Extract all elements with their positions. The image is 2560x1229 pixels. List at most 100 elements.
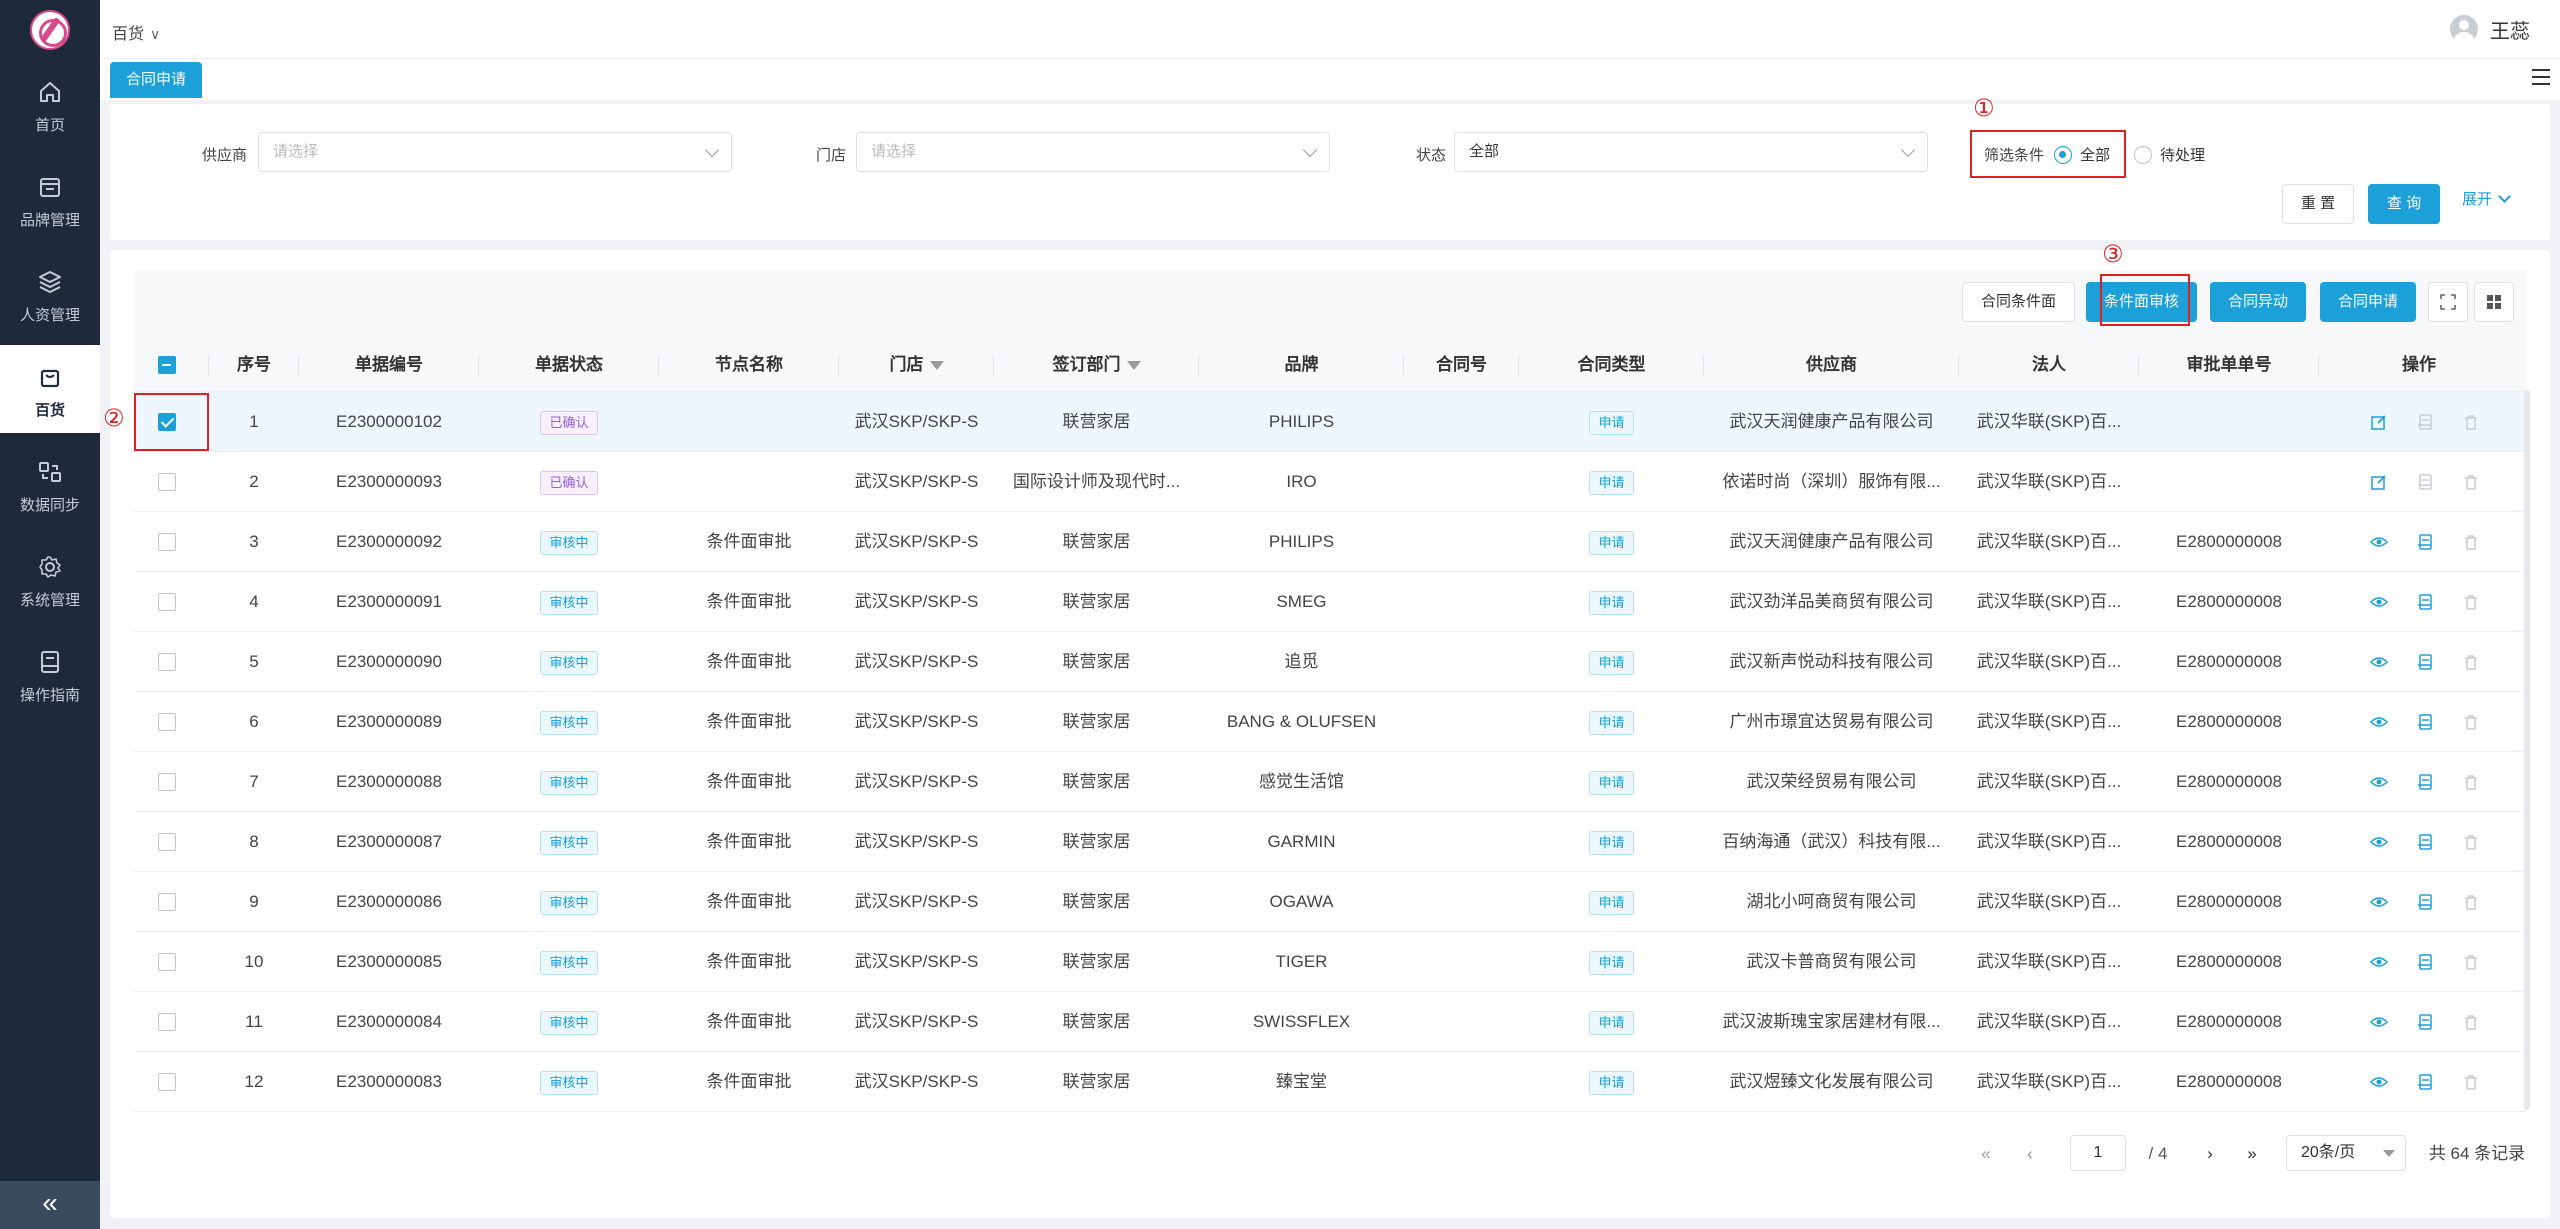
row-checkbox[interactable]: [158, 1013, 176, 1031]
row-checkbox[interactable]: [158, 893, 176, 911]
view-icon[interactable]: [2370, 653, 2388, 671]
hamburger-menu-icon[interactable]: [2532, 69, 2550, 85]
row-checkbox[interactable]: [158, 773, 176, 791]
delete-icon[interactable]: [2462, 833, 2480, 851]
table-row[interactable]: 4 E2300000091 审核中 条件面审批 武汉SKP/SKP-S 联营家居 SMEG 申…: [134, 572, 2526, 632]
delete-icon[interactable]: [2462, 893, 2480, 911]
expand-toggle[interactable]: 展开: [2462, 188, 2511, 209]
delete-icon[interactable]: [2462, 593, 2480, 611]
document-icon[interactable]: [2416, 1073, 2434, 1091]
cell-status: 审核中: [479, 992, 659, 1052]
delete-icon[interactable]: [2462, 773, 2480, 791]
filter-funnel-icon[interactable]: [929, 361, 944, 371]
table-row[interactable]: 10 E2300000085 审核中 条件面审批 武汉SKP/SKP-S 联营家居 TIGE…: [134, 932, 2526, 992]
view-icon[interactable]: [2370, 593, 2388, 611]
table-row[interactable]: 1 E2300000102 已确认 武汉SKP/SKP-S 联营家居 PHILIPS 申请 武…: [134, 392, 2526, 452]
row-checkbox[interactable]: [158, 473, 176, 491]
document-icon[interactable]: [2416, 713, 2434, 731]
document-icon[interactable]: [2416, 893, 2434, 911]
table-row[interactable]: 12 E2300000083 审核中 条件面审批 武汉SKP/SKP-S 联营家居 臻宝堂 申…: [134, 1052, 2526, 1112]
col-header-dept[interactable]: 签订部门: [994, 338, 1199, 392]
table-row[interactable]: 6 E2300000089 审核中 条件面审批 武汉SKP/SKP-S 联营家居 BANG …: [134, 692, 2526, 752]
radio-all[interactable]: 全部: [2054, 144, 2110, 165]
reset-button[interactable]: 重 置: [2282, 184, 2354, 224]
document-icon[interactable]: [2416, 1013, 2434, 1031]
row-checkbox[interactable]: [158, 713, 176, 731]
sidebar-item-guide[interactable]: 操作指南: [0, 630, 100, 718]
delete-icon[interactable]: [2462, 653, 2480, 671]
row-checkbox[interactable]: [158, 533, 176, 551]
delete-icon[interactable]: [2462, 533, 2480, 551]
table-row[interactable]: 11 E2300000084 审核中 条件面审批 武汉SKP/SKP-S 联营家居 SWIS…: [134, 992, 2526, 1052]
view-icon[interactable]: [2370, 773, 2388, 791]
prev-page-icon[interactable]: ‹: [2018, 1136, 2042, 1172]
edit-icon[interactable]: [2370, 473, 2388, 491]
tab-contract-apply[interactable]: 合同申请: [110, 62, 203, 98]
view-icon[interactable]: [2370, 533, 2388, 551]
table-scrollbar[interactable]: [2524, 390, 2530, 1110]
document-icon[interactable]: [2416, 773, 2434, 791]
table-row[interactable]: 2 E2300000093 已确认 武汉SKP/SKP-S 国际设计师及现代时... IR…: [134, 452, 2526, 512]
contract-apply-button[interactable]: 合同申请: [2320, 282, 2417, 322]
view-icon[interactable]: [2370, 1073, 2388, 1091]
sidebar-item-hr[interactable]: 人资管理: [0, 250, 100, 338]
sidebar-item-data-sync[interactable]: 数据同步: [0, 440, 100, 528]
document-icon[interactable]: [2416, 653, 2434, 671]
view-icon[interactable]: [2370, 833, 2388, 851]
query-button[interactable]: 查 询: [2368, 184, 2440, 224]
sidebar-item-department-store[interactable]: 百货: [0, 345, 100, 433]
sidebar-item-home[interactable]: 首页: [0, 60, 100, 148]
next-page-icon[interactable]: ›: [2198, 1136, 2222, 1172]
document-icon[interactable]: [2416, 593, 2434, 611]
delete-icon[interactable]: [2462, 413, 2480, 431]
page-number-input[interactable]: 1: [2070, 1135, 2126, 1171]
breadcrumb[interactable]: 百货 ∨: [112, 20, 160, 44]
filter-funnel-icon[interactable]: [1126, 361, 1141, 371]
store-select[interactable]: 请选择: [856, 132, 1330, 172]
row-select-cell: [134, 752, 209, 812]
table-row[interactable]: 7 E2300000088 审核中 条件面审批 武汉SKP/SKP-S 联营家居 感觉生活馆…: [134, 752, 2526, 812]
table-row[interactable]: 3 E2300000092 审核中 条件面审批 武汉SKP/SKP-S 联营家居 PHILI…: [134, 512, 2526, 572]
fullscreen-button[interactable]: [2428, 282, 2468, 322]
select-all-checkbox[interactable]: [158, 356, 176, 374]
contract-condition-form-button[interactable]: 合同条件面: [1962, 282, 2076, 322]
view-icon[interactable]: [2370, 1013, 2388, 1031]
document-icon[interactable]: [2416, 833, 2434, 851]
delete-icon[interactable]: [2462, 473, 2480, 491]
view-icon[interactable]: [2370, 953, 2388, 971]
sidebar-item-system[interactable]: 系统管理: [0, 535, 100, 623]
view-icon[interactable]: [2370, 893, 2388, 911]
table-row[interactable]: 8 E2300000087 审核中 条件面审批 武汉SKP/SKP-S 联营家居 GARMI…: [134, 812, 2526, 872]
document-icon[interactable]: [2416, 473, 2434, 491]
delete-icon[interactable]: [2462, 1013, 2480, 1031]
table-row[interactable]: 9 E2300000086 审核中 条件面审批 武汉SKP/SKP-S 联营家居 OGAWA…: [134, 872, 2526, 932]
delete-icon[interactable]: [2462, 713, 2480, 731]
delete-icon[interactable]: [2462, 953, 2480, 971]
user-menu[interactable]: 王蕊: [2450, 14, 2530, 44]
page-size-select[interactable]: 20条/页: [2286, 1135, 2406, 1171]
sidebar-item-brand[interactable]: 品牌管理: [0, 155, 100, 243]
row-checkbox[interactable]: [158, 953, 176, 971]
row-checkbox[interactable]: [158, 593, 176, 611]
document-icon[interactable]: [2416, 533, 2434, 551]
document-icon[interactable]: [2416, 953, 2434, 971]
sidebar-collapse-button[interactable]: «: [0, 1181, 100, 1229]
supplier-select[interactable]: 请选择: [258, 132, 732, 172]
status-select[interactable]: 全部: [1454, 132, 1928, 172]
view-icon[interactable]: [2370, 713, 2388, 731]
contract-change-button[interactable]: 合同异动: [2210, 282, 2307, 322]
table-row[interactable]: 5 E2300000090 审核中 条件面审批 武汉SKP/SKP-S 联营家居 追觅 申请 武…: [134, 632, 2526, 692]
row-checkbox[interactable]: [158, 653, 176, 671]
row-checkbox[interactable]: [158, 833, 176, 851]
row-checkbox[interactable]: [158, 1073, 176, 1091]
col-header-store[interactable]: 门店: [839, 338, 994, 392]
document-icon[interactable]: [2416, 413, 2434, 431]
sidebar-item-label: 数据同步: [19, 497, 80, 514]
cell-no: 5: [249, 652, 259, 671]
radio-pending[interactable]: 待处理: [2134, 144, 2205, 165]
first-page-icon[interactable]: «: [1974, 1136, 1998, 1172]
column-settings-button[interactable]: [2474, 282, 2514, 322]
edit-icon[interactable]: [2370, 413, 2388, 431]
delete-icon[interactable]: [2462, 1073, 2480, 1091]
last-page-icon[interactable]: »: [2240, 1136, 2264, 1172]
